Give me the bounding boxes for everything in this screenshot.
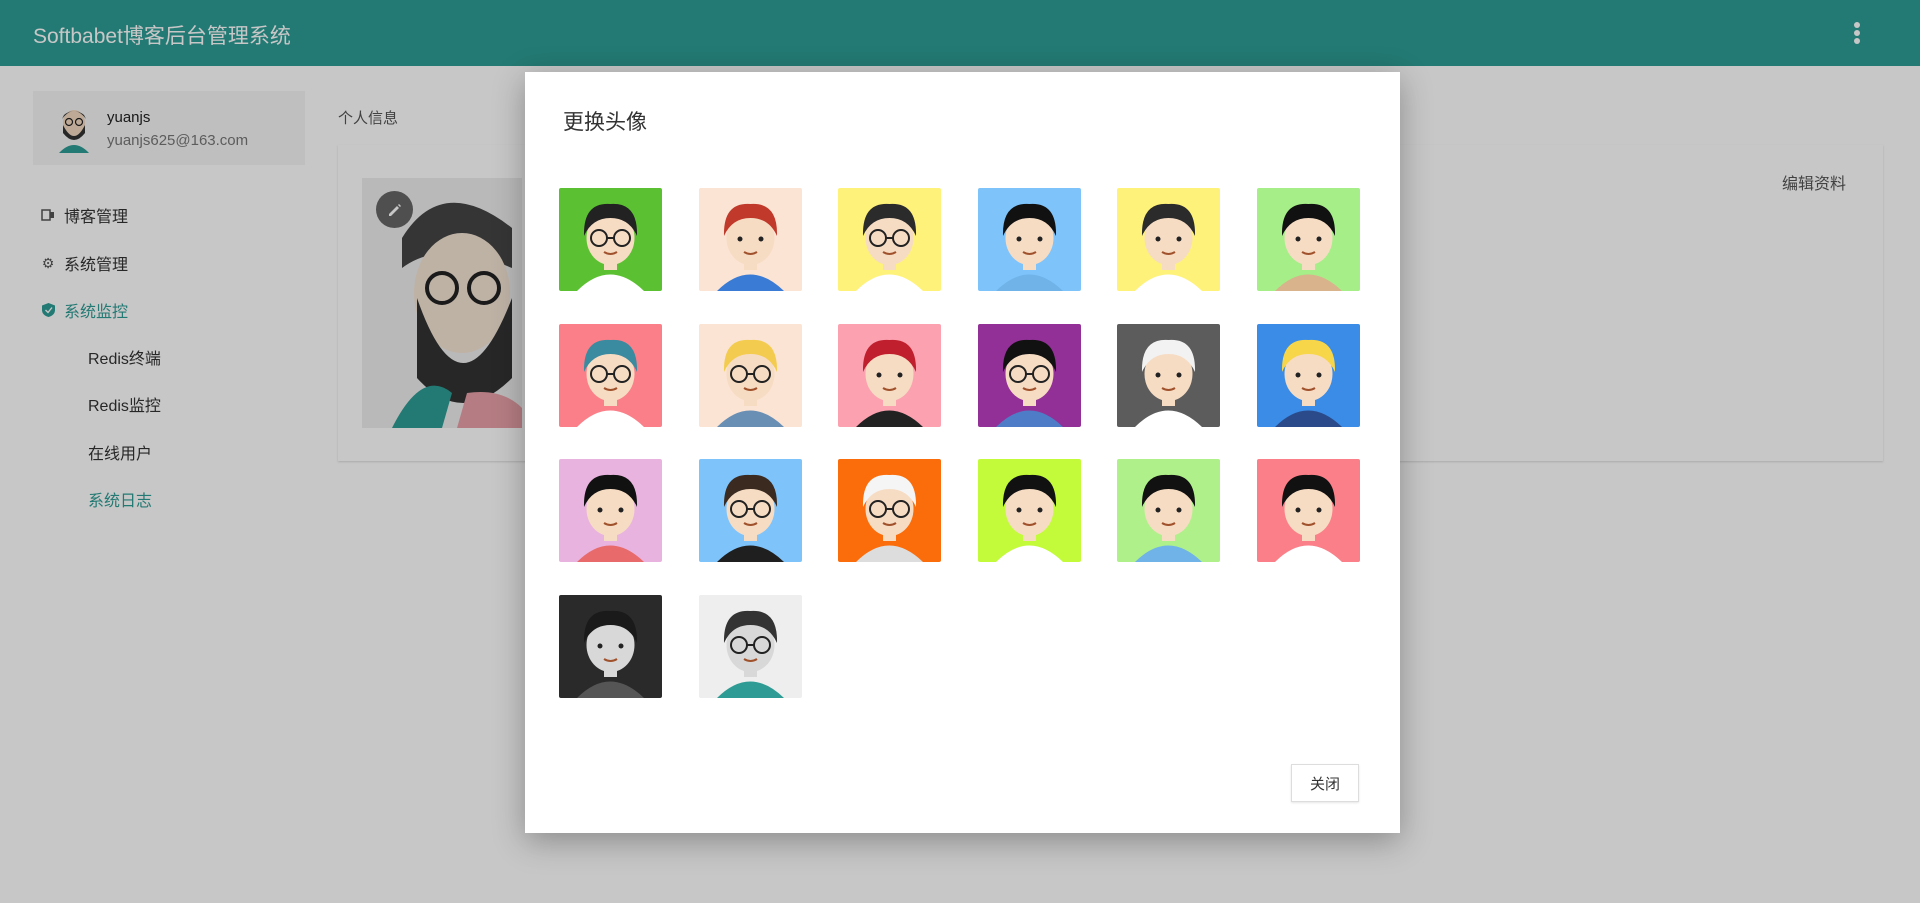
avatar-option[interactable]: [977, 323, 1081, 427]
avatar-option[interactable]: [1256, 188, 1360, 291]
dialog-title: 更换头像: [563, 111, 647, 134]
avatar-option[interactable]: [1256, 323, 1360, 427]
avatar-option[interactable]: [1256, 459, 1360, 562]
avatar-option[interactable]: [559, 323, 662, 427]
avatar-option[interactable]: [1117, 323, 1220, 427]
avatar-option[interactable]: [698, 594, 802, 698]
avatar-option[interactable]: [698, 323, 802, 427]
avatar-option[interactable]: [977, 459, 1081, 562]
avatar-option[interactable]: [838, 188, 941, 291]
change-avatar-dialog: 更换头像 关闭: [525, 72, 1400, 833]
avatar-option[interactable]: [559, 594, 662, 698]
avatar-option[interactable]: [977, 188, 1081, 291]
avatar-option[interactable]: [698, 188, 802, 291]
avatar-option[interactable]: [1117, 459, 1220, 562]
avatar-option[interactable]: [838, 323, 941, 427]
avatar-option[interactable]: [559, 188, 662, 291]
avatar-option[interactable]: [838, 459, 941, 562]
close-button[interactable]: 关闭: [1291, 764, 1359, 802]
avatar-option[interactable]: [559, 459, 662, 562]
avatar-option[interactable]: [698, 459, 802, 562]
avatar-option[interactable]: [1117, 188, 1220, 291]
